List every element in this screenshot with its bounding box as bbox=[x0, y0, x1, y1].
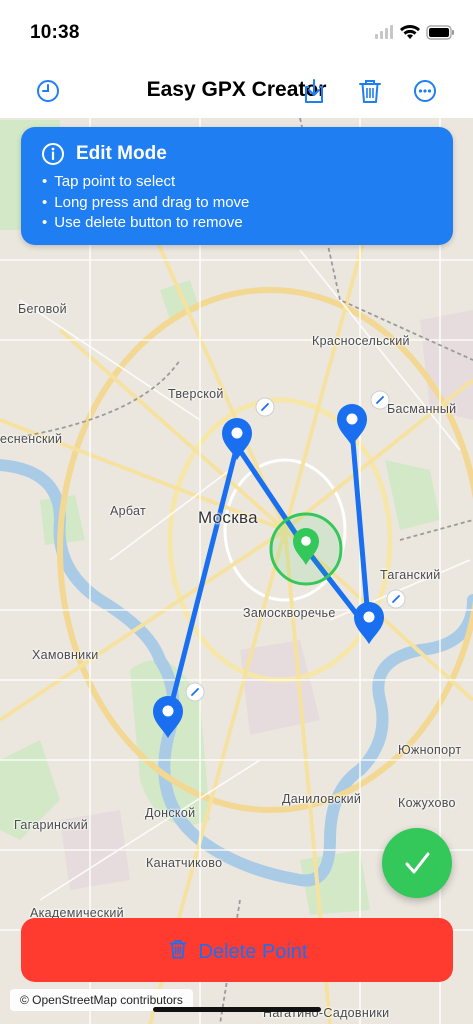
map-label: Беговой bbox=[18, 302, 67, 316]
download-icon bbox=[305, 79, 323, 103]
edit-mode-banner: Edit Mode Tap point to select Long press… bbox=[21, 127, 453, 245]
map-label: Канатчиково bbox=[146, 856, 223, 870]
banner-instruction: Tap point to select bbox=[42, 172, 249, 193]
banner-instruction: Long press and drag to move bbox=[42, 193, 249, 214]
waypoint-pin[interactable] bbox=[337, 404, 367, 446]
map-label: Южнопорт bbox=[398, 743, 462, 757]
download-button[interactable] bbox=[300, 77, 328, 105]
battery-icon bbox=[426, 25, 454, 40]
page-title: Easy GPX Creator bbox=[146, 78, 327, 101]
wifi-icon bbox=[400, 25, 420, 39]
delete-point-label: Delete Point bbox=[198, 941, 308, 963]
banner-title: Edit Mode bbox=[76, 143, 167, 164]
delete-point-button[interactable]: Delete Point bbox=[21, 918, 453, 982]
info-icon bbox=[41, 142, 65, 171]
banner-instructions: Tap point to select Long press and drag … bbox=[42, 172, 249, 234]
map-label: Таганский bbox=[380, 568, 441, 582]
status-icons bbox=[375, 22, 455, 44]
delete-point-content: Delete Point bbox=[21, 937, 453, 964]
map-label: Хамовники bbox=[32, 648, 99, 662]
signal-icon bbox=[375, 25, 393, 39]
edit-handle[interactable] bbox=[386, 589, 406, 609]
more-button[interactable] bbox=[411, 77, 439, 105]
waypoint-pin[interactable] bbox=[222, 418, 252, 460]
nav-bar: Easy GPX Creator bbox=[0, 64, 473, 118]
trash-icon bbox=[168, 940, 187, 959]
map-label: Гагаринский bbox=[14, 818, 89, 832]
map-label: Даниловский bbox=[282, 792, 362, 806]
trash-icon bbox=[359, 80, 381, 103]
banner-instruction: Use delete button to remove bbox=[42, 213, 249, 234]
status-time: 10:38 bbox=[30, 22, 80, 43]
trash-button[interactable] bbox=[356, 77, 384, 105]
map-label: Красносельский bbox=[312, 334, 410, 348]
map-label-city: Москва bbox=[198, 508, 258, 527]
checkmark-icon bbox=[405, 852, 430, 874]
confirm-button[interactable] bbox=[382, 828, 452, 898]
map-label: Кожухово bbox=[398, 796, 456, 810]
map-label: Замоскворечье bbox=[243, 606, 336, 620]
map-label: Арбат bbox=[110, 504, 147, 518]
map-label: есненский bbox=[0, 432, 63, 446]
home-indicator bbox=[153, 1007, 321, 1012]
ellipsis-circle-icon bbox=[414, 80, 436, 102]
edit-handle[interactable] bbox=[185, 682, 205, 702]
map-label: Тверской bbox=[168, 387, 224, 401]
edit-handle[interactable] bbox=[255, 397, 275, 417]
map-label: Басманный bbox=[387, 402, 457, 416]
status-bar: 10:38 bbox=[0, 0, 473, 64]
map-label: Донской bbox=[145, 806, 196, 820]
